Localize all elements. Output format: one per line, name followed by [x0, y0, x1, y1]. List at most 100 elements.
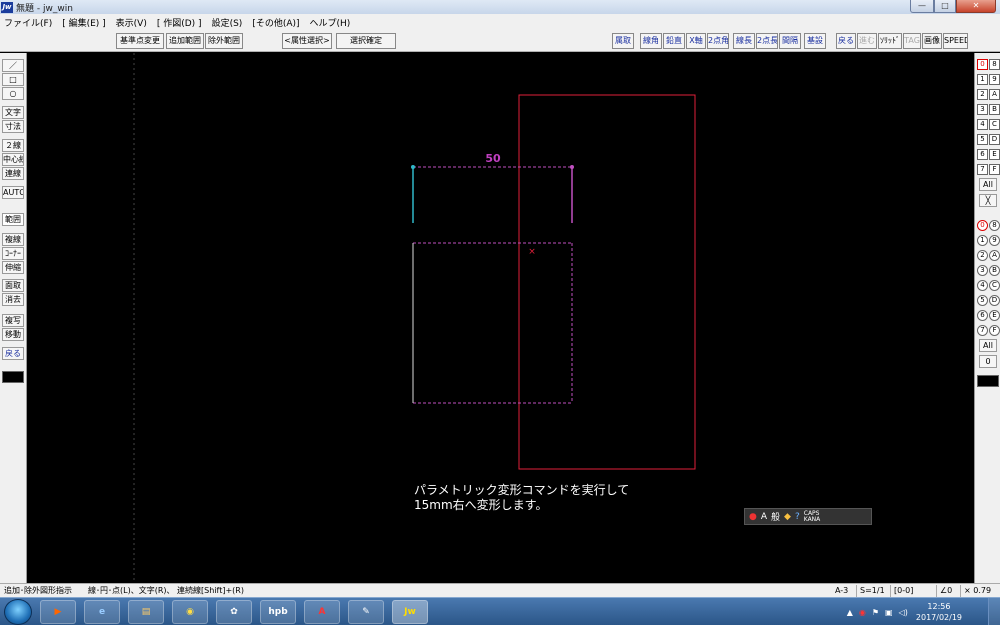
ime-help-icon[interactable]: ? [795, 512, 800, 522]
red-rectangle[interactable] [518, 94, 696, 470]
line-type-indicator[interactable] [2, 371, 24, 383]
layer-7[interactable]: 7 [977, 325, 988, 336]
start-button[interactable] [4, 599, 32, 625]
layer-group-f[interactable]: F [989, 164, 1000, 175]
layer-d[interactable]: D [989, 295, 1000, 306]
redo-button[interactable]: 進む [857, 33, 877, 49]
layer-group-4[interactable]: 4 [977, 119, 988, 130]
show-desktop-button[interactable] [988, 598, 1000, 625]
layer-4[interactable]: 4 [977, 280, 988, 291]
drawing-canvas[interactable]: 50 × パラメトリック変形コマンドを実行して 15mm右へ変形します。 ● A… [28, 53, 974, 583]
attribute-select-button[interactable]: <属性選択> [282, 33, 332, 49]
close-button[interactable]: ✕ [956, 0, 996, 13]
layer-group-all-button[interactable]: All [979, 178, 997, 191]
tag-button[interactable]: TAG [903, 33, 921, 49]
layer-group-b[interactable]: B [989, 104, 1000, 115]
menu-help[interactable]: ヘルプ(H) [310, 16, 351, 29]
ie-icon[interactable]: e [84, 600, 120, 624]
ime-toolbar[interactable]: ● A 般 ◆ ? CAPS KANA [744, 508, 872, 525]
chrome-icon[interactable]: ◉ [172, 600, 208, 624]
layer-group-7[interactable]: 7 [977, 164, 988, 175]
layer-group-8[interactable]: 8 [989, 59, 1000, 70]
hpb-icon[interactable]: hpb [260, 600, 296, 624]
layer-5[interactable]: 5 [977, 295, 988, 306]
layer-zero-button[interactable]: 0 [979, 355, 997, 368]
layer-b[interactable]: B [989, 265, 1000, 276]
layer-group-3[interactable]: 3 [977, 104, 988, 115]
clock[interactable]: 12:56 2017/02/19 [916, 601, 962, 623]
layer-a[interactable]: A [989, 250, 1000, 261]
speed-button[interactable]: SPEED [943, 33, 968, 49]
tray-arrow-icon[interactable]: ▲ [847, 608, 853, 617]
confirm-selection-button[interactable]: 選択確定 [336, 33, 396, 49]
maximize-button[interactable]: □ [934, 0, 956, 13]
layer-all-button[interactable]: All [979, 339, 997, 352]
volume-tray-icon[interactable]: ◁) [899, 608, 908, 617]
double-line-tool[interactable]: ２線 [2, 139, 24, 152]
paper-size[interactable]: A-3 [832, 585, 848, 597]
undo-button[interactable]: 戻る [836, 33, 856, 49]
layer-0[interactable]: 0 [977, 220, 988, 231]
flag-tray-icon[interactable]: ⚑ [872, 608, 879, 617]
layer-6[interactable]: 6 [977, 310, 988, 321]
base-setting-button[interactable]: 基設 [804, 33, 826, 49]
attr-pick-button[interactable]: 属取 [612, 33, 634, 49]
layer-group-c[interactable]: C [989, 119, 1000, 130]
interval-button[interactable]: 間隔 [779, 33, 801, 49]
ime-mode[interactable]: A [761, 512, 767, 522]
line-length-button[interactable]: 線長 [733, 33, 755, 49]
layer-8[interactable]: 8 [989, 220, 1000, 231]
explorer-icon[interactable]: ▤ [128, 600, 164, 624]
menu-settings[interactable]: 設定(S) [212, 16, 243, 29]
layer-color-indicator[interactable] [977, 375, 999, 387]
exclude-range-button[interactable]: 除外範囲 [205, 33, 243, 49]
layer-group-5[interactable]: 5 [977, 134, 988, 145]
two-point-length-button[interactable]: 2点長 [756, 33, 778, 49]
ime-pad-icon[interactable]: ◆ [784, 512, 791, 522]
minimize-button[interactable]: — [910, 0, 934, 13]
rectangle-tool[interactable]: □ [2, 73, 24, 86]
add-range-button[interactable]: 追加範囲 [166, 33, 204, 49]
erase-tool[interactable]: 消去 [2, 293, 24, 306]
jww-icon[interactable]: Jw [392, 600, 428, 624]
continuous-line-tool[interactable]: 連線 [2, 167, 24, 180]
autocad-icon[interactable]: A [304, 600, 340, 624]
media-player-icon[interactable]: ▶ [40, 600, 76, 624]
two-point-angle-button[interactable]: 2点角 [707, 33, 729, 49]
layer-group-2[interactable]: 2 [977, 89, 988, 100]
corner-tool[interactable]: ｺｰﾅｰ [2, 247, 24, 260]
menu-edit[interactable]: [ 編集(E) ] [62, 16, 105, 29]
paint-icon[interactable]: ✎ [348, 600, 384, 624]
menu-draw[interactable]: [ 作図(D) ] [157, 16, 202, 29]
layer-2[interactable]: 2 [977, 250, 988, 261]
layer-9[interactable]: 9 [989, 235, 1000, 246]
base-point-change-button[interactable]: 基準点変更 [116, 33, 164, 49]
menu-other[interactable]: [その他(A)] [252, 16, 299, 29]
zoom-indicator[interactable]: × 0.79 [960, 585, 991, 597]
angle-indicator[interactable]: ∠0 [936, 585, 952, 597]
line-tool[interactable]: ／ [2, 59, 24, 72]
auto-tool[interactable]: AUTO [2, 186, 24, 199]
layer-group-a[interactable]: A [989, 89, 1000, 100]
line-angle-button[interactable]: 線角 [640, 33, 662, 49]
layer-indicator[interactable]: [0-0] [890, 585, 913, 597]
layer-1[interactable]: 1 [977, 235, 988, 246]
layer-group-e[interactable]: E [989, 149, 1000, 160]
offset-tool[interactable]: 複線 [2, 233, 24, 246]
chamfer-tool[interactable]: 面取 [2, 279, 24, 292]
copy-tool[interactable]: 複写 [2, 314, 24, 327]
stretch-tool[interactable]: 伸縮 [2, 261, 24, 274]
text-tool[interactable]: 文字 [2, 106, 24, 119]
circle-tool[interactable]: ○ [2, 87, 24, 100]
layer-group-0[interactable]: 0 [977, 59, 988, 70]
x-axis-button[interactable]: X軸 [686, 33, 706, 49]
layer-c[interactable]: C [989, 280, 1000, 291]
acrobat-tray-icon[interactable]: ◉ [859, 608, 866, 617]
scale-indicator[interactable]: S=1/1 [856, 585, 885, 597]
menu-file[interactable]: ファイル(F) [4, 16, 52, 29]
menu-view[interactable]: 表示(V) [116, 16, 147, 29]
center-line-tool[interactable]: 中心線 [2, 153, 24, 166]
app-icon-5[interactable]: ✿ [216, 600, 252, 624]
layer-3[interactable]: 3 [977, 265, 988, 276]
layer-group-6[interactable]: 6 [977, 149, 988, 160]
